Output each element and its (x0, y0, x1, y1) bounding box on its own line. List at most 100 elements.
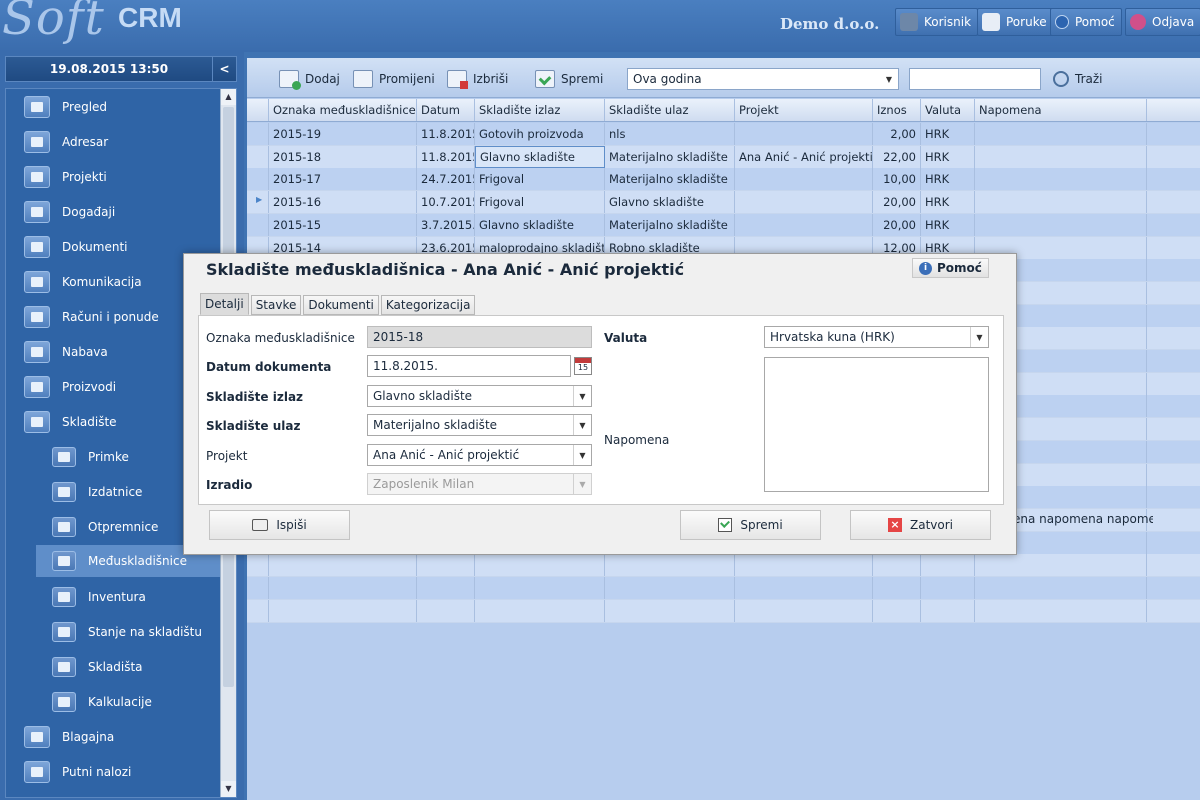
close-button[interactable]: × Zatvori (850, 510, 991, 540)
nav-primke[interactable]: Primke (52, 442, 129, 472)
table-row[interactable]: 2015-15 3.7.2015. Glavno skladište Materija… (247, 213, 1200, 237)
tab-detalji[interactable]: Detalji (200, 293, 249, 315)
col-valuta[interactable]: Valuta (921, 99, 975, 121)
nav-label: Računi i ponude (62, 310, 159, 324)
dialog-help-button[interactable]: i Pomoć (912, 258, 989, 278)
projekt-select[interactable]: Ana Anić - Anić projektić ▼ (367, 444, 592, 466)
edit-label: Promijeni (379, 72, 435, 86)
transfer-dialog: Skladište međuskladišnica - Ana Anić - A… (183, 253, 1017, 555)
table-cell (417, 577, 475, 599)
izlaz-select[interactable]: Glavno skladište ▼ (367, 385, 592, 407)
col-oznaka[interactable]: Oznaka međuskladišnice (269, 99, 417, 121)
datum-field[interactable]: 11.8.2015. (367, 355, 571, 377)
col-iznos[interactable]: Iznos (873, 99, 921, 121)
table-row[interactable] (247, 599, 1200, 623)
table-row[interactable]: 2015-1811.8.2015.Glavno skladišteMaterij… (247, 145, 1200, 169)
chevron-down-icon: ▼ (573, 386, 591, 406)
inventory-icon (52, 587, 76, 607)
tab-stavke[interactable]: Stavke (250, 295, 302, 315)
table-cell (975, 145, 1147, 168)
table-row[interactable]: 2015-1724.7.2015.FrigovalMaterijalno skl… (247, 168, 1200, 192)
calendar-icon[interactable]: 15 (574, 357, 592, 375)
print-button[interactable]: Ispiši (209, 510, 350, 540)
scroll-up-icon[interactable]: ▲ (221, 89, 236, 105)
nav-blagajna[interactable]: Blagajna (24, 722, 114, 752)
table-cell (1147, 554, 1200, 576)
nav-kalkulacije[interactable]: Kalkulacije (52, 687, 152, 717)
add-button[interactable]: Dodaj (279, 68, 340, 90)
chevron-down-icon: ▼ (573, 474, 591, 494)
table-cell (1147, 509, 1200, 531)
nav-skladiste[interactable]: Skladište (24, 407, 117, 437)
nav-label: Skladišta (88, 660, 143, 674)
table-cell (975, 577, 1147, 599)
nav-inventura[interactable]: Inventura (52, 582, 146, 612)
save-toolbar-button[interactable]: Spremi (535, 68, 603, 90)
nav-adresar[interactable]: Adresar (24, 127, 108, 157)
logout-button[interactable]: Odjava (1125, 8, 1200, 36)
nav-dogadaji[interactable]: Događaji (24, 197, 115, 227)
collapse-sidebar-button[interactable]: < (212, 57, 236, 81)
cash-register-icon (24, 726, 50, 748)
delete-button[interactable]: Izbriši (447, 68, 508, 90)
messages-button[interactable]: Poruke (977, 8, 1054, 36)
table-cell (1147, 577, 1200, 599)
table-row[interactable]: 2015-1610.7.2015.FrigovalGlavno skladišt… (247, 191, 1200, 215)
nav-skladista[interactable]: Skladišta (52, 652, 143, 682)
table-cell: Gotovih proizvoda (475, 123, 605, 145)
search-button[interactable]: Traži (1053, 68, 1103, 90)
table-cell: 2015-15 (269, 213, 417, 236)
table-cell (605, 554, 735, 577)
table-row[interactable] (247, 554, 1200, 578)
toolbar: Dodaj Promijeni Izbriši Spremi Ova godin… (247, 58, 1200, 98)
table-cell: 24.7.2015. (417, 168, 475, 191)
scroll-down-icon[interactable]: ▼ (221, 781, 236, 797)
table-cell (1147, 259, 1200, 281)
napomena-textarea[interactable] (764, 357, 989, 492)
nav-izdatnice[interactable]: Izdatnice (52, 477, 142, 507)
search-input[interactable] (909, 68, 1041, 90)
nav-label: Otpremnice (88, 520, 159, 534)
table-cell (1147, 237, 1200, 259)
table-cell (247, 577, 269, 599)
nav-projekti[interactable]: Projekti (24, 162, 107, 192)
table-cell: Glavno skladište (475, 213, 605, 236)
nav-label: Projekti (62, 170, 107, 184)
tab-kategorizacija[interactable]: Kategorizacija (380, 295, 476, 315)
nav-proizvodi[interactable]: Proizvodi (24, 372, 116, 402)
table-cell: Ana Anić - Anić projektić (735, 145, 873, 168)
nav-stanje[interactable]: Stanje na skladištu (52, 617, 202, 647)
edit-button[interactable]: Promijeni (353, 68, 435, 90)
nav-otpremnice[interactable]: Otpremnice (52, 512, 158, 542)
table-cell: 2015-17 (269, 168, 417, 191)
nav-komunikacija[interactable]: Komunikacija (24, 267, 142, 297)
save-button[interactable]: Spremi (680, 510, 821, 540)
nav-putni-nalozi[interactable]: Putni nalozi (24, 757, 131, 787)
transfer-icon (52, 551, 76, 571)
col-napomena[interactable]: Napomena (975, 99, 1147, 121)
nav-nabava[interactable]: Nabava (24, 337, 108, 367)
nav-pregled[interactable]: Pregled (24, 92, 107, 122)
ulaz-label: Skladište ulaz (206, 419, 301, 433)
user-button[interactable]: Korisnik (895, 8, 979, 36)
table-row[interactable] (247, 577, 1200, 600)
valuta-select[interactable]: Hrvatska kuna (HRK) ▼ (764, 326, 989, 348)
col-datum[interactable]: Datum (417, 99, 475, 121)
table-cell: Materijalno skladište (605, 145, 735, 168)
col-ulaz[interactable]: Skladište ulaz (605, 99, 735, 121)
nav-dokumenti[interactable]: Dokumenti (24, 232, 127, 262)
period-select[interactable]: Ova godina ▼ (627, 68, 899, 90)
table-row[interactable]: 2015-1911.8.2015.Gotovih proizvodanls 2,0… (247, 123, 1200, 146)
col-projekt[interactable]: Projekt (735, 99, 873, 121)
tab-dokumenti[interactable]: Dokumenti (303, 295, 379, 315)
close-icon: × (888, 518, 902, 532)
user-icon (900, 13, 918, 31)
ulaz-select[interactable]: Materijalno skladište ▼ (367, 414, 592, 436)
save-label: Spremi (561, 72, 604, 86)
col-izlaz[interactable]: Skladište izlaz (475, 99, 605, 121)
table-cell (975, 168, 1147, 191)
table-cell: Frigoval (475, 191, 605, 214)
nav-racuni[interactable]: Računi i ponude (24, 302, 159, 332)
table-cell (735, 599, 873, 622)
help-button[interactable]: Pomoć (1050, 8, 1122, 36)
